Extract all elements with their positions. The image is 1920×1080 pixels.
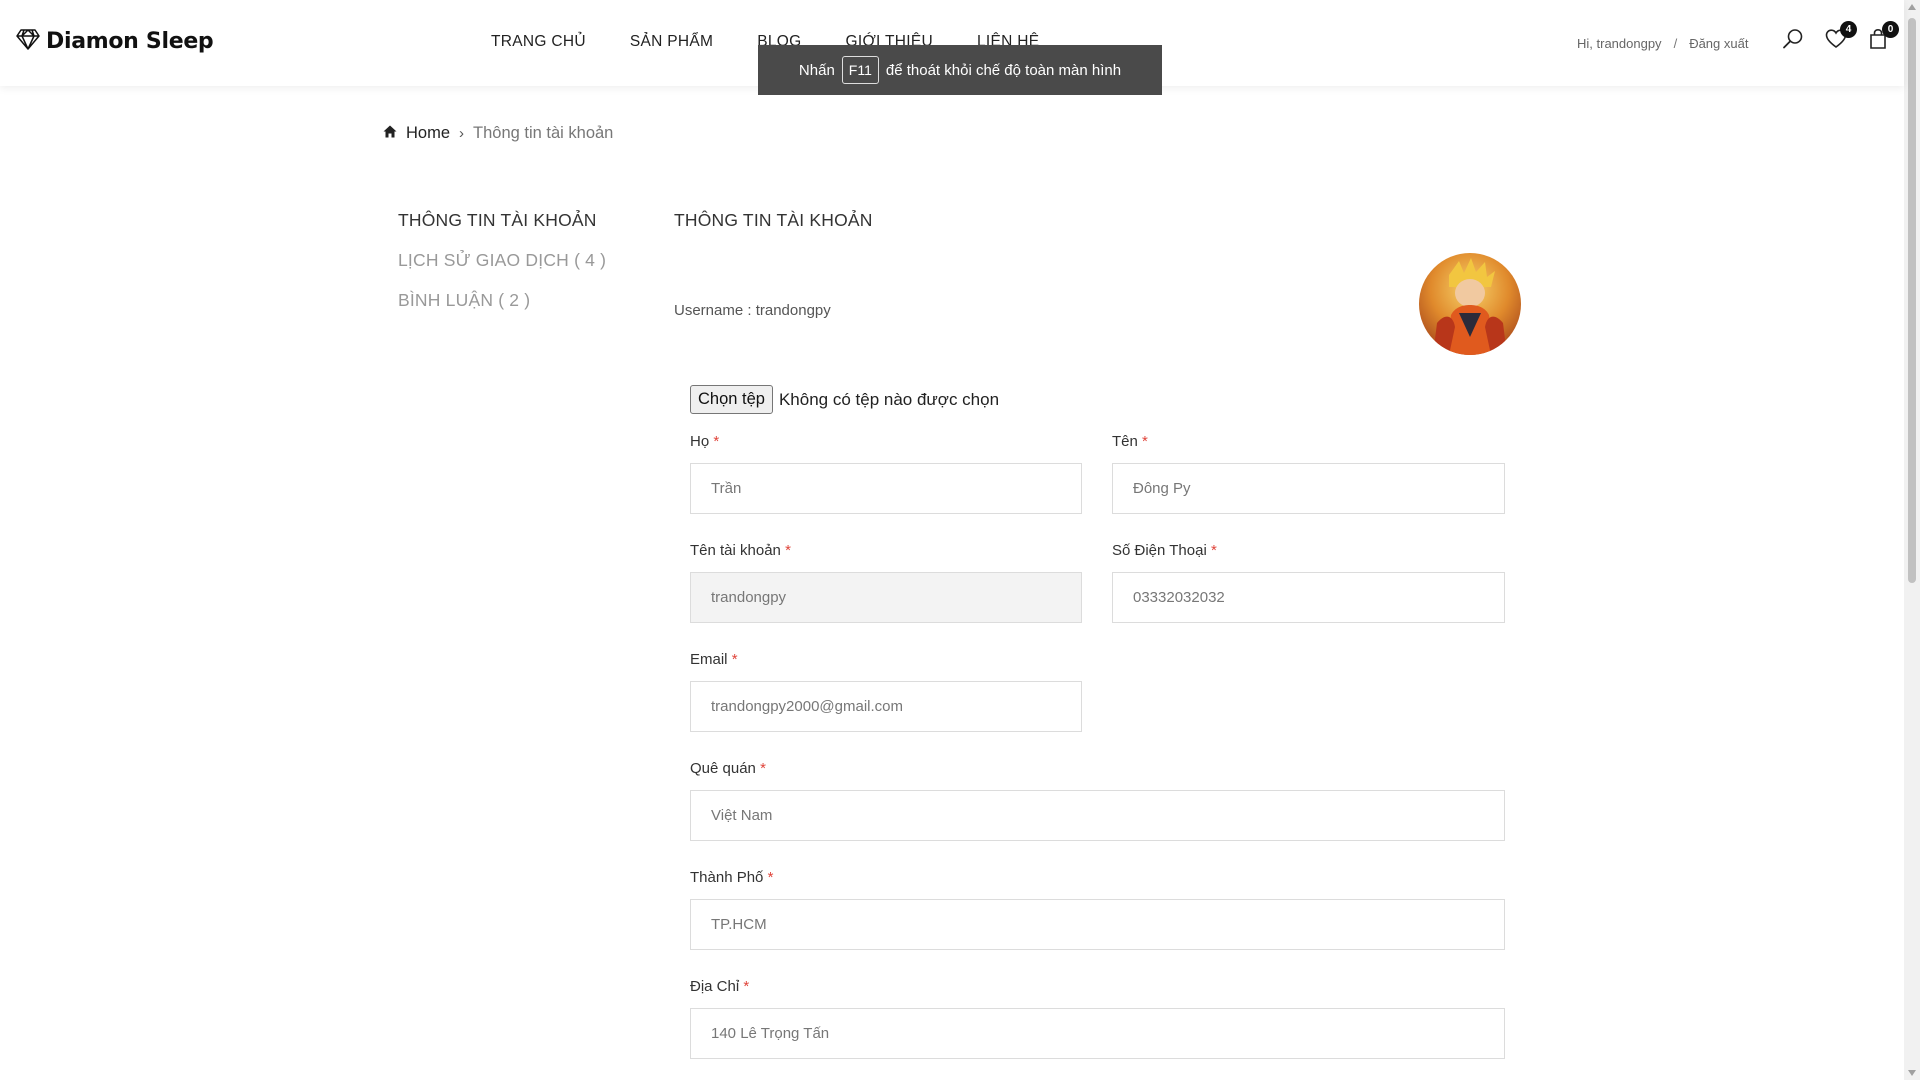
email-label: Email * bbox=[690, 651, 738, 668]
avatar-file-input: Chọn tệp Không có tệp nào được chọn bbox=[690, 385, 999, 414]
first-name-label-text: Tên bbox=[1112, 433, 1138, 450]
logout-link[interactable]: Đăng xuất bbox=[1689, 36, 1748, 51]
sidebar-item-account-info[interactable]: THÔNG TIN TÀI KHOẢN bbox=[398, 210, 606, 231]
hometown-label-text: Quê quán bbox=[690, 760, 756, 777]
logo[interactable]: Diamon Sleep bbox=[16, 28, 214, 55]
toast-key: F11 bbox=[841, 56, 879, 84]
sidebar-item-comments[interactable]: BÌNH LUẬN ( 2 ) bbox=[398, 290, 606, 311]
required-mark: * bbox=[1142, 433, 1148, 450]
phone-label: Số Điện Thoại * bbox=[1112, 542, 1217, 559]
required-mark: * bbox=[1210, 542, 1217, 559]
diamond-icon bbox=[16, 28, 40, 55]
search-icon[interactable] bbox=[1782, 28, 1808, 54]
address-label-text: Địa Chỉ bbox=[690, 978, 740, 995]
phone-label-text: Số Điện Thoại bbox=[1112, 542, 1207, 559]
last-name-field[interactable] bbox=[690, 463, 1082, 514]
account-name-label-text: Tên tài khoản bbox=[690, 542, 781, 559]
email-label-text: Email bbox=[690, 651, 728, 668]
required-mark: * bbox=[785, 542, 791, 559]
sidebar-item-transaction-history[interactable]: LỊCH SỬ GIAO DỊCH ( 4 ) bbox=[398, 250, 606, 271]
account-name-field[interactable] bbox=[690, 572, 1082, 623]
required-mark: * bbox=[731, 651, 738, 668]
breadcrumb-home[interactable]: Home bbox=[383, 124, 450, 143]
address-label: Địa Chỉ * bbox=[690, 978, 749, 995]
city-label-text: Thành Phố bbox=[690, 869, 764, 886]
nav-products[interactable]: SẢN PHẨM bbox=[630, 33, 713, 51]
scroll-up-arrow-icon[interactable] bbox=[1908, 4, 1916, 10]
nav-home[interactable]: TRANG CHỦ bbox=[491, 33, 586, 51]
toast-text-after: để thoát khỏi chế độ toàn màn hình bbox=[885, 61, 1122, 79]
greeting-separator: / bbox=[1673, 36, 1678, 51]
account-name-label: Tên tài khoản * bbox=[690, 542, 791, 559]
chevron-right-icon: › bbox=[459, 125, 465, 142]
last-name-label-text: Họ bbox=[690, 433, 710, 450]
breadcrumb: Home › Thông tin tài khoản bbox=[383, 124, 613, 143]
email-field[interactable] bbox=[690, 681, 1082, 732]
first-name-label: Tên * bbox=[1112, 433, 1148, 450]
address-field[interactable] bbox=[690, 1008, 1505, 1059]
required-mark: * bbox=[713, 433, 720, 450]
logo-text: Diamon Sleep bbox=[46, 29, 214, 54]
toast-text-before: Nhấn bbox=[798, 61, 835, 79]
fullscreen-exit-toast: Nhấn F11 để thoát khỏi chế độ toàn màn h… bbox=[758, 45, 1162, 95]
page-scrollbar[interactable] bbox=[1904, 0, 1920, 1080]
required-mark: * bbox=[760, 760, 766, 777]
breadcrumb-current: Thông tin tài khoản bbox=[473, 124, 614, 142]
scrollbar-thumb[interactable] bbox=[1908, 18, 1916, 583]
hometown-field[interactable] bbox=[690, 790, 1505, 841]
required-mark: * bbox=[743, 978, 750, 995]
city-field[interactable] bbox=[690, 899, 1505, 950]
avatar bbox=[1419, 253, 1521, 355]
user-greeting: Hi, trandongpy / Đăng xuất bbox=[1577, 36, 1748, 51]
first-name-field[interactable] bbox=[1112, 463, 1505, 514]
last-name-label: Họ * bbox=[690, 433, 719, 450]
username-line: Username : trandongpy bbox=[674, 302, 831, 319]
breadcrumb-home-label: Home bbox=[406, 124, 451, 142]
choose-file-button[interactable]: Chọn tệp bbox=[690, 385, 773, 414]
cart-count-badge: 0 bbox=[1882, 21, 1899, 38]
greeting-text[interactable]: Hi, trandongpy bbox=[1577, 36, 1662, 51]
scroll-down-arrow-icon[interactable] bbox=[1908, 1070, 1916, 1076]
file-status-text: Không có tệp nào được chọn bbox=[778, 389, 1000, 409]
page-title: THÔNG TIN TÀI KHOẢN bbox=[674, 210, 873, 230]
account-sidebar: THÔNG TIN TÀI KHOẢN LỊCH SỬ GIAO DỊCH ( … bbox=[398, 210, 606, 330]
home-icon bbox=[383, 124, 397, 143]
phone-field[interactable] bbox=[1112, 572, 1505, 623]
hometown-label: Quê quán * bbox=[690, 760, 766, 777]
required-mark: * bbox=[767, 869, 774, 886]
wishlist-count-badge: 4 bbox=[1840, 21, 1857, 38]
cart-bag-icon[interactable]: 0 bbox=[1867, 21, 1899, 54]
wishlist-heart-icon[interactable]: 4 bbox=[1825, 21, 1857, 54]
city-label: Thành Phố * bbox=[690, 869, 773, 886]
